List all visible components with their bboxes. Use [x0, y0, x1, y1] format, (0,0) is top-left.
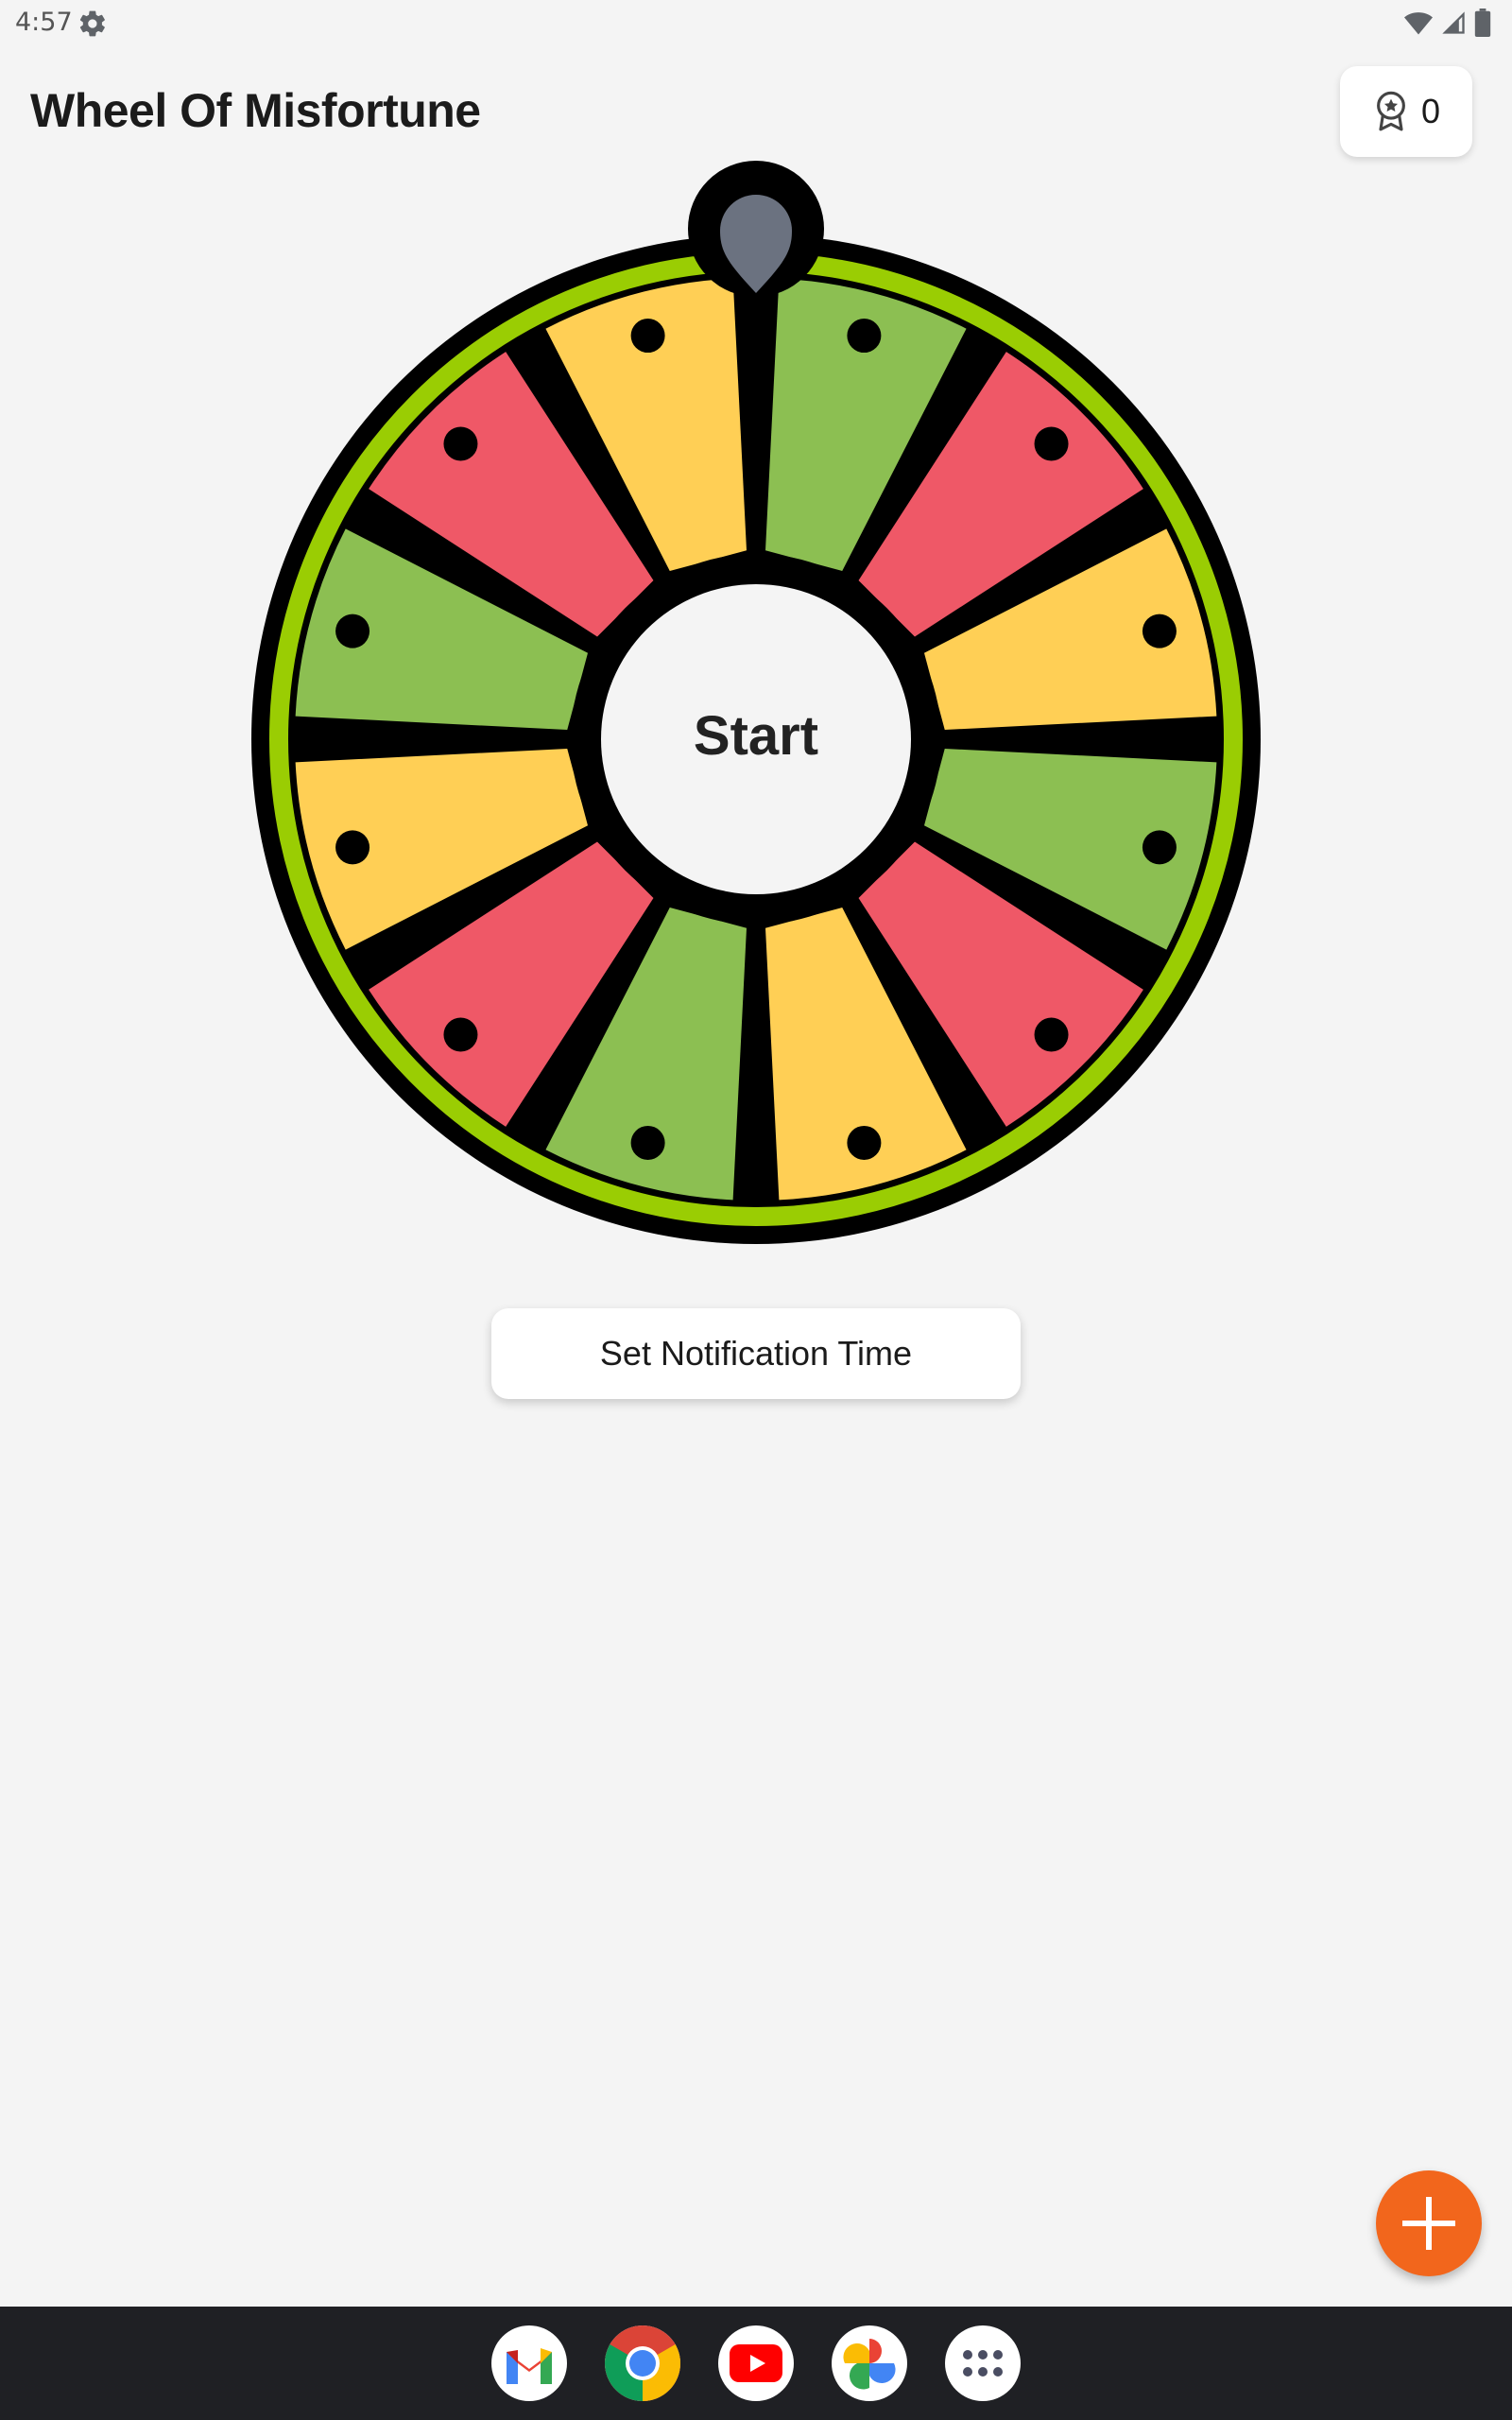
- dock: [0, 2307, 1512, 2420]
- add-button[interactable]: [1376, 2170, 1482, 2276]
- status-bar: 4:57: [0, 0, 1512, 45]
- status-time: 4:57: [15, 8, 73, 37]
- wheel-peg: [630, 1125, 665, 1160]
- chrome-icon[interactable]: [605, 2325, 680, 2401]
- score-chip[interactable]: 0: [1340, 66, 1472, 157]
- wheel-peg: [335, 614, 370, 648]
- wheel-peg: [1034, 1017, 1069, 1052]
- battery-icon: [1474, 9, 1491, 37]
- wheel-peg: [847, 1125, 882, 1160]
- status-icons: [1404, 8, 1491, 38]
- app-drawer-icon[interactable]: [945, 2325, 1021, 2401]
- wheel-peg: [847, 319, 882, 354]
- score-value: 0: [1420, 92, 1441, 130]
- chrome-logo: [605, 2325, 680, 2401]
- wheel-peg: [630, 319, 665, 354]
- youtube-logo: [730, 2344, 782, 2382]
- start-button[interactable]: Start: [601, 580, 911, 890]
- app-drawer-dots: [963, 2350, 1003, 2377]
- award-badge-icon: [1377, 91, 1405, 131]
- wifi-icon: [1404, 12, 1433, 35]
- wheel-peg: [335, 830, 370, 865]
- gmail-icon[interactable]: [491, 2325, 567, 2401]
- wheel-peg: [443, 426, 478, 461]
- gear-icon: [79, 10, 105, 37]
- wheel-peg: [1034, 426, 1069, 461]
- wheel-peg: [443, 1017, 478, 1052]
- youtube-icon[interactable]: [718, 2325, 794, 2401]
- wheel[interactable]: Start: [251, 161, 1261, 1248]
- signal-icon: [1442, 11, 1465, 34]
- gmail-logo: [507, 2348, 552, 2384]
- screen: 4:57 Wheel Of Misfortune 0 Start Set Not…: [0, 0, 1512, 2420]
- photos-logo: [843, 2339, 896, 2390]
- plus-icon: [1402, 2197, 1455, 2250]
- set-notification-time-button[interactable]: Set Notification Time: [491, 1308, 1021, 1399]
- app-title: Wheel Of Misfortune: [30, 84, 481, 137]
- photos-icon[interactable]: [832, 2325, 907, 2401]
- wheel-peg: [1142, 830, 1177, 865]
- wheel-peg: [1142, 614, 1177, 648]
